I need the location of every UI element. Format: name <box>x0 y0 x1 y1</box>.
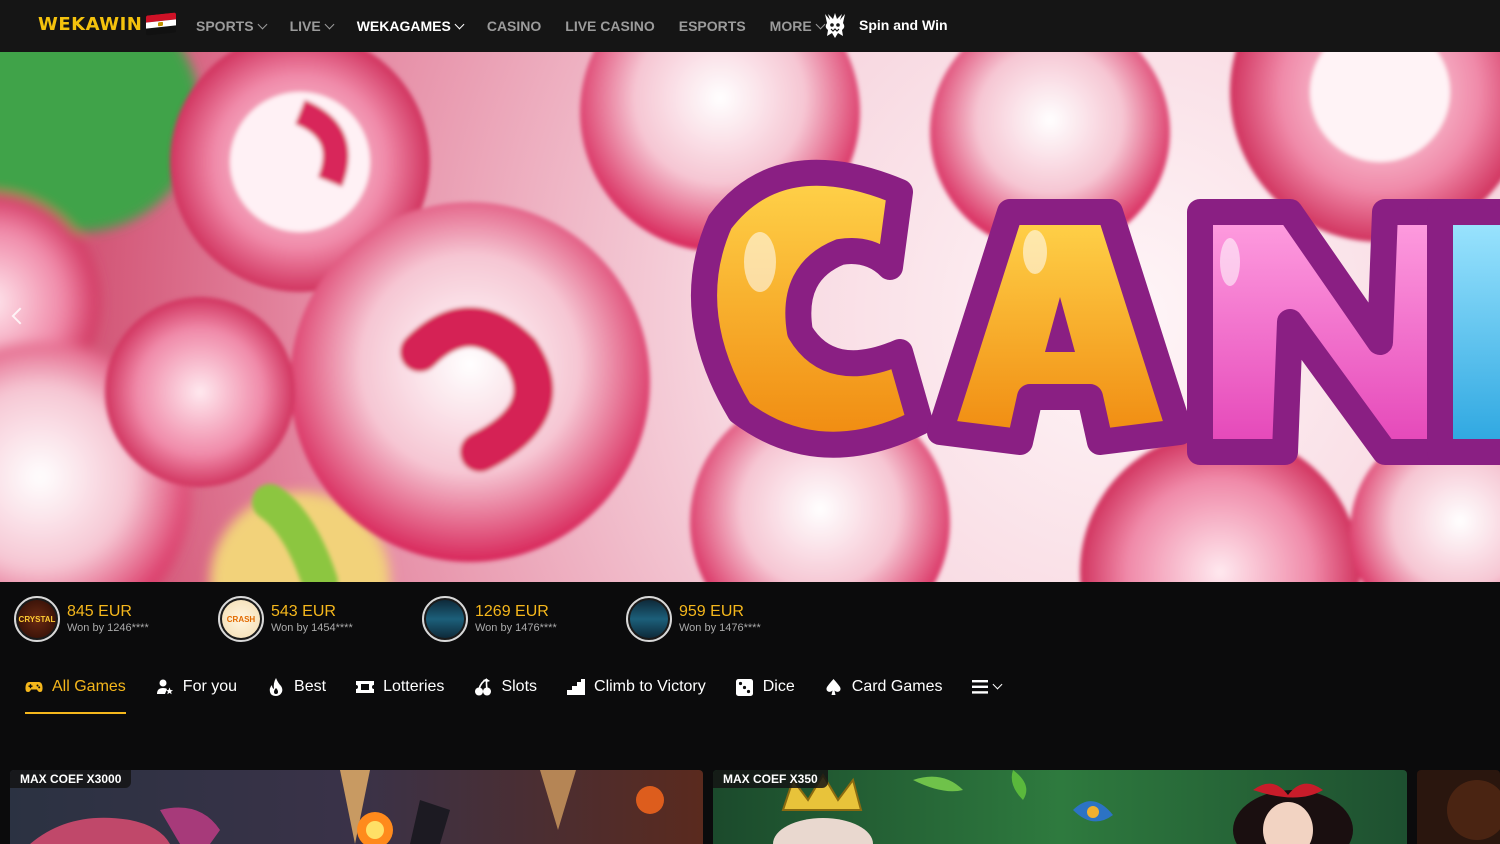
nav-wekagames[interactable]: WEKAGAMES <box>356 18 465 34</box>
spin-and-win-link[interactable]: Spin and Win <box>822 11 948 39</box>
user-star-icon <box>156 678 174 696</box>
tab-best-label: Best <box>294 678 327 695</box>
tab-for-you[interactable]: For you <box>156 668 237 706</box>
winner-user: Won by 1476**** <box>475 621 557 634</box>
dice-icon <box>736 678 754 696</box>
winner-item[interactable]: 1269 EUR Won by 1476**** <box>422 596 557 642</box>
candy-banner-illustration <box>0 52 1500 582</box>
tab-all-games[interactable]: All Games <box>25 668 126 714</box>
nav-more[interactable]: MORE <box>769 18 826 34</box>
game-card-thumbnail <box>1417 770 1500 844</box>
crystal-logo-text: CRYSTAL <box>18 600 56 638</box>
game-card[interactable]: MAX COEF X350 <box>713 770 1407 844</box>
recent-winners-strip: CRYSTAL 845 EUR Won by 1246**** CRASH 54… <box>0 582 1500 657</box>
winner-amount: 845 EUR <box>67 602 132 620</box>
winner-user: Won by 1454**** <box>271 621 353 634</box>
top-navigation-bar: WEKAWIN SPORTS LIVE WEKAGAMES CASINO LIV… <box>0 0 1500 52</box>
winner-item[interactable]: CRASH 543 EUR Won by 1454**** <box>218 596 353 642</box>
ticket-icon <box>356 678 375 696</box>
game-logo-graphic <box>630 600 668 638</box>
hero-banner[interactable] <box>0 52 1500 582</box>
tab-lotteries[interactable]: Lotteries <box>356 668 444 706</box>
winner-amount: 1269 EUR <box>475 602 549 620</box>
game-card[interactable]: MAX COEF X3000 <box>10 770 703 844</box>
winner-amount: 543 EUR <box>271 602 336 620</box>
wekawin-logo[interactable]: WEKAWIN <box>38 11 177 36</box>
nav-live-casino-label: LIVE CASINO <box>565 18 655 34</box>
tab-slots[interactable]: Slots <box>474 668 537 706</box>
tab-best[interactable]: Best <box>267 668 326 706</box>
game-category-tabs: All Games For you Best Lotteries Slots C… <box>25 668 1003 714</box>
tab-card-games-label: Card Games <box>851 678 943 695</box>
tab-card-games[interactable]: Card Games <box>825 668 943 706</box>
nav-casino-label: CASINO <box>486 18 542 34</box>
logo-text: WEKAWIN <box>38 14 142 35</box>
game-logo <box>422 596 468 642</box>
chevron-down-icon <box>454 19 465 29</box>
gamepad-icon <box>25 678 43 696</box>
cherry-icon <box>474 678 492 696</box>
nav-casino[interactable]: CASINO <box>487 18 541 34</box>
max-coef-badge: MAX COEF X3000 <box>10 770 132 788</box>
chevron-down-icon <box>324 19 335 29</box>
tab-lotteries-label: Lotteries <box>383 678 445 695</box>
nav-sports[interactable]: SPORTS <box>196 18 268 34</box>
logo-text-part1: WEKA <box>38 14 100 35</box>
nav-live-label: LIVE <box>289 18 321 34</box>
more-categories-button[interactable] <box>972 668 1003 706</box>
tab-all-games-label: All Games <box>52 678 126 695</box>
tab-for-you-label: For you <box>182 678 238 695</box>
winner-item[interactable]: 959 EUR Won by 1476**** <box>626 596 761 642</box>
game-logo-graphic <box>426 600 464 638</box>
game-logo-crash: CRASH <box>218 596 264 642</box>
main-nav: SPORTS LIVE WEKAGAMES CASINO LIVE CASINO… <box>196 0 848 52</box>
tab-slots-label: Slots <box>501 678 538 695</box>
nav-live[interactable]: LIVE <box>289 18 335 34</box>
game-logo <box>626 596 672 642</box>
tab-climb-to-victory[interactable]: Climb to Victory <box>567 668 706 706</box>
chevron-down-icon <box>993 679 1003 690</box>
spade-icon <box>825 678 843 696</box>
winner-user: Won by 1246**** <box>67 621 149 634</box>
logo-text-part2: WIN <box>99 14 143 35</box>
demon-mascot-icon <box>825 13 845 38</box>
nav-live-casino[interactable]: LIVE CASINO <box>565 18 654 34</box>
nav-wekagames-label: WEKAGAMES <box>356 18 451 34</box>
stairs-icon <box>567 678 586 696</box>
winner-amount: 959 EUR <box>679 602 744 620</box>
tab-dice[interactable]: Dice <box>736 668 795 706</box>
tab-climb-to-victory-label: Climb to Victory <box>594 678 706 695</box>
nav-sports-label: SPORTS <box>196 18 254 34</box>
spin-and-win-label: Spin and Win <box>859 17 948 33</box>
nav-esports-label: ESPORTS <box>678 18 746 34</box>
chevron-down-icon <box>257 19 268 29</box>
list-menu-icon <box>972 680 989 694</box>
fire-icon <box>267 678 285 696</box>
winner-item[interactable]: CRYSTAL 845 EUR Won by 1246**** <box>14 596 149 642</box>
max-coef-badge: MAX COEF X350 <box>713 770 828 788</box>
nav-more-label: MORE <box>769 18 812 34</box>
game-logo-crystal: CRYSTAL <box>14 596 60 642</box>
tab-dice-label: Dice <box>762 678 795 695</box>
egypt-flag-icon[interactable] <box>146 11 177 36</box>
games-grid: MAX COEF X3000 MAX COEF X350 <box>0 770 1500 844</box>
winner-user: Won by 1476**** <box>679 621 761 634</box>
crash-logo-text: CRASH <box>222 600 260 638</box>
nav-esports[interactable]: ESPORTS <box>679 18 746 34</box>
game-card[interactable] <box>1417 770 1500 844</box>
